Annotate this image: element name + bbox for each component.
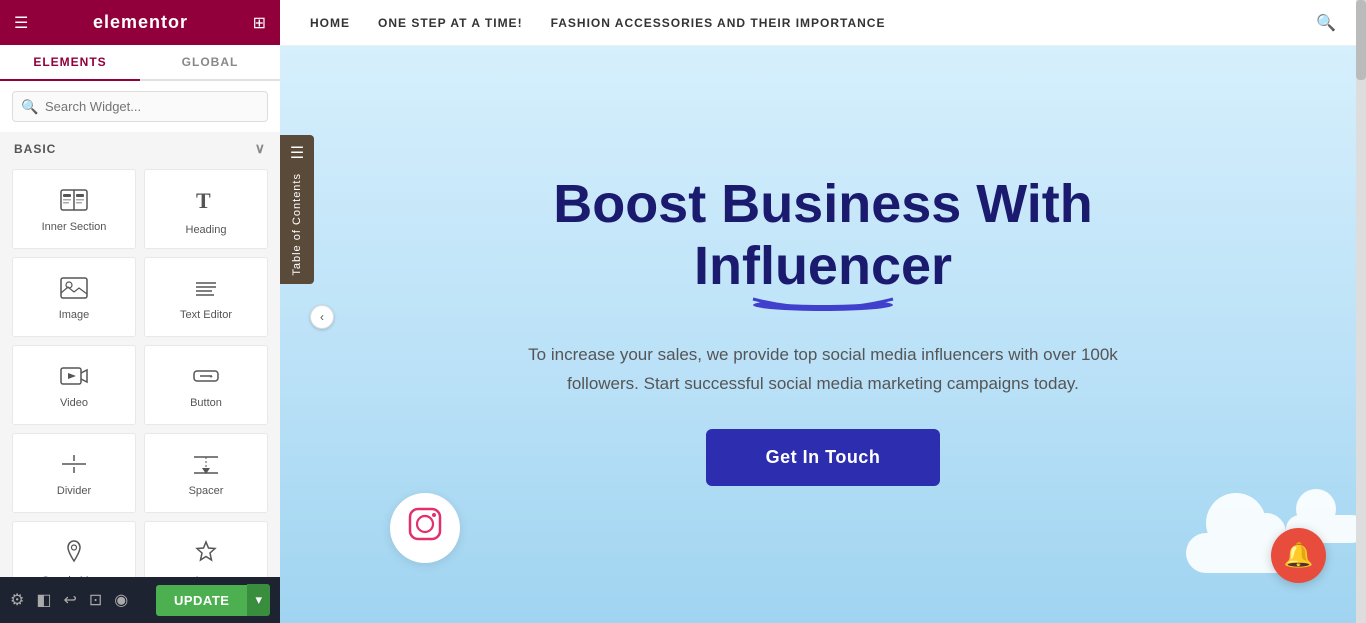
basic-label-text: BASIC (14, 142, 56, 156)
hero-cta-button[interactable]: Get In Touch (706, 429, 941, 486)
grid-icon[interactable]: ⊞ (253, 13, 266, 33)
search-icon: 🔍 (21, 98, 38, 115)
widget-divider[interactable]: Divider (12, 433, 136, 513)
nav-link-one-step[interactable]: ONE STEP AT A TIME! (378, 16, 523, 30)
hero-subtitle: To increase your sales, we provide top s… (523, 341, 1123, 399)
bottom-toolbar: ⚙ ◧ ↩ ⊡ ◉ UPDATE ▾ (0, 577, 280, 623)
widget-heading[interactable]: T Heading (144, 169, 268, 249)
heading-icon: T (192, 186, 220, 218)
widget-video[interactable]: Video (12, 345, 136, 425)
widget-video-label: Video (60, 397, 88, 409)
hero-section: Boost Business With Influencer To increa… (280, 46, 1366, 623)
widget-text-editor-label: Text Editor (180, 309, 232, 321)
toolbar-icons: ⚙ ◧ ↩ ⊡ ◉ (10, 590, 128, 610)
text-editor-icon (192, 277, 220, 303)
icon-widget-icon (193, 539, 219, 569)
scrollbar[interactable] (1356, 0, 1366, 623)
widget-divider-label: Divider (57, 485, 91, 497)
panel-header: ☰ elementor ⊞ (0, 0, 280, 45)
tab-elements[interactable]: ELEMENTS (0, 45, 140, 81)
panel-tabs: ELEMENTS GLOBAL (0, 45, 280, 81)
widget-image-label: Image (59, 309, 90, 321)
widget-image[interactable]: Image (12, 257, 136, 337)
widget-spacer[interactable]: Spacer (144, 433, 268, 513)
elementor-logo: elementor (93, 12, 188, 33)
search-input[interactable] (12, 91, 268, 122)
update-dropdown-button[interactable]: ▾ (247, 584, 270, 616)
divider-icon (60, 453, 88, 479)
svg-text:T: T (196, 188, 211, 213)
toc-label: Table of Contents (291, 173, 303, 276)
toc-sidebar[interactable]: ☰ Table of Contents (280, 135, 314, 284)
widget-text-editor[interactable]: Text Editor (144, 257, 268, 337)
bell-icon: 🔔 (1284, 541, 1314, 570)
inner-section-icon (60, 189, 88, 215)
image-icon (60, 277, 88, 303)
top-nav: HOME ONE STEP AT A TIME! FASHION ACCESSO… (280, 0, 1366, 46)
undo-icon[interactable]: ↩ (63, 590, 76, 610)
widget-button[interactable]: Button (144, 345, 268, 425)
hero-title-line1: Boost Business With (553, 174, 1093, 234)
widget-button-label: Button (190, 397, 222, 409)
maps-icon (61, 539, 87, 569)
update-button[interactable]: UPDATE (156, 585, 247, 616)
widget-spacer-label: Spacer (189, 485, 224, 497)
hamburger-icon[interactable]: ☰ (14, 13, 28, 33)
toc-icon: ☰ (290, 143, 304, 163)
update-btn-wrap: UPDATE ▾ (156, 584, 270, 616)
search-bar: 🔍 (0, 81, 280, 132)
template-icon[interactable]: ⊡ (89, 590, 102, 610)
nav-links: HOME ONE STEP AT A TIME! FASHION ACCESSO… (310, 16, 885, 30)
widget-grid: Inner Section T Heading Image (0, 165, 280, 577)
left-panel: ☰ elementor ⊞ ELEMENTS GLOBAL 🔍 BASIC ∨ (0, 0, 280, 623)
hero-title-line2: Influencer (553, 235, 1093, 297)
settings-icon[interactable]: ⚙ (10, 590, 24, 610)
tab-global[interactable]: GLOBAL (140, 45, 280, 81)
widget-heading-label: Heading (186, 224, 227, 236)
instagram-icon (407, 506, 443, 550)
nav-search-icon[interactable]: 🔍 (1316, 13, 1336, 33)
instagram-bubble (390, 493, 460, 563)
nav-link-home[interactable]: HOME (310, 16, 350, 30)
button-icon (192, 365, 220, 391)
preview-icon[interactable]: ◉ (114, 590, 128, 610)
right-content: HOME ONE STEP AT A TIME! FASHION ACCESSO… (280, 0, 1366, 623)
widget-inner-section-label: Inner Section (42, 221, 107, 233)
bell-bubble: 🔔 (1271, 528, 1326, 583)
chevron-left-icon: ‹ (320, 310, 324, 324)
panel-collapse-button[interactable]: ‹ (310, 305, 334, 329)
hero-title: Boost Business With Influencer (553, 173, 1093, 297)
spacer-icon (192, 453, 220, 479)
scrollbar-thumb[interactable] (1356, 0, 1366, 80)
widget-icon[interactable]: Icon (144, 521, 268, 577)
chevron-down-icon[interactable]: ∨ (255, 140, 266, 157)
video-icon (60, 365, 88, 391)
nav-link-fashion[interactable]: FASHION ACCESSORIES AND THEIR IMPORTANCE (551, 16, 886, 30)
widget-google-maps[interactable]: Google Maps (12, 521, 136, 577)
basic-section-label: BASIC ∨ (0, 132, 280, 165)
widget-inner-section[interactable]: Inner Section (12, 169, 136, 249)
layers-icon[interactable]: ◧ (36, 590, 51, 610)
